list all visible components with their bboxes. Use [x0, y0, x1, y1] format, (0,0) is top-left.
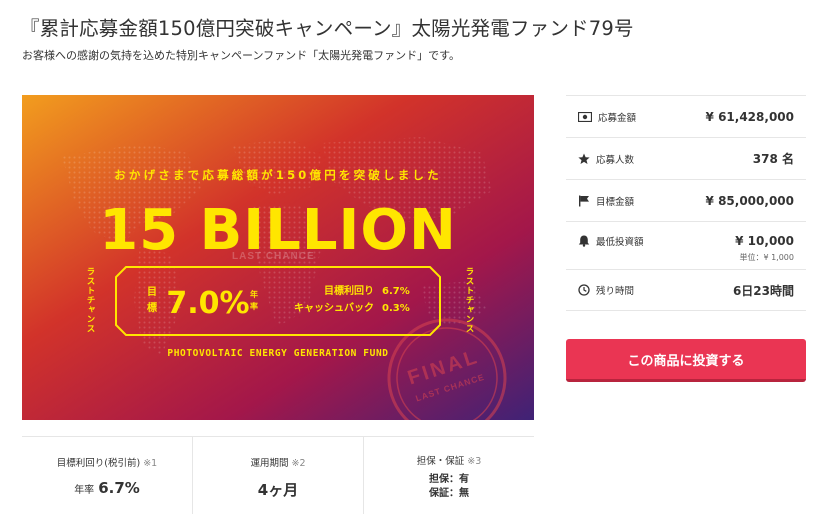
applicants-label: 応募人数 [596, 154, 635, 166]
flag-icon [579, 195, 589, 206]
right-last-chance-text: ラストチャンス [464, 267, 474, 334]
applicants-value: 378 名 [752, 152, 794, 166]
banner-tagline: おかげさまで応募総額が150億円を突破しました [114, 168, 442, 182]
yield-value: 6.7% [382, 286, 410, 297]
target-amount-row: 目標金額 ¥ 85,000,000 [566, 179, 806, 221]
stat-period-value: 4ヶ月 [257, 481, 299, 499]
invest-button[interactable]: この商品に投資する [566, 339, 806, 382]
star-icon [578, 153, 590, 164]
target-rate: 7.0% [166, 286, 249, 321]
per-year-label-2: 率 [250, 301, 258, 311]
stat-yield: 目標利回り(税引前) ※1 年率 6.7% [22, 437, 193, 514]
applied-amount-label: 応募金額 [598, 112, 637, 124]
applied-amount-row: 応募金額 ¥ 61,428,000 [566, 95, 806, 137]
remaining-time-value: 6日23時間 [732, 283, 794, 298]
target-label-2: 標 [147, 301, 157, 314]
page-title: 『累計応募金額150億円突破キャンペーン』太陽光発電ファンド79号 [20, 17, 634, 40]
page-subtitle: お客様への感謝の気持を込めた特別キャンペーンファンド「太陽光発電ファンド」です。 [22, 49, 461, 62]
campaign-banner-graphic: FINAL LAST CHANCE LAST CHANCE おかげさまで応募総額… [22, 95, 534, 420]
banner-headline: 15 BILLION [99, 198, 457, 263]
target-amount-value: ¥ 85,000,000 [705, 193, 794, 208]
stat-guarantee: 担保・保証 ※3 担保：有 保証：無 [364, 437, 534, 514]
remaining-time-row: 残り時間 6日23時間 [566, 269, 806, 311]
min-investment-value: ¥ 10,000 [735, 234, 794, 248]
target-amount-label: 目標金額 [596, 196, 635, 208]
stat-period-label: 運用期間 [250, 458, 289, 469]
bell-icon [578, 235, 590, 247]
stat-period: 運用期間 ※2 4ヶ月 [193, 437, 364, 514]
applicants-row: 応募人数 378 名 [566, 137, 806, 179]
fund-info-panel: 応募金額 ¥ 61,428,000 応募人数 378 名 目標金額 ¥ 85,0… [566, 95, 806, 311]
stat-collateral: 担保：有 [429, 474, 469, 485]
yield-label: 目標利回り [324, 284, 374, 297]
left-last-chance-text: ラストチャンス [85, 267, 95, 334]
stat-guarantee-note[interactable]: ※3 [467, 456, 481, 467]
campaign-banner: FINAL LAST CHANCE LAST CHANCE おかげさまで応募総額… [22, 95, 534, 420]
remaining-time-label: 残り時間 [596, 286, 635, 297]
stat-yield-value: 6.7% [98, 479, 140, 497]
applied-amount-value: ¥ 61,428,000 [705, 109, 794, 124]
min-investment-unit: 単位：¥ 1,000 [739, 253, 794, 262]
cashback-label: キャッシュバック [294, 302, 374, 314]
stat-yield-note[interactable]: ※1 [143, 458, 157, 469]
min-investment-label: 最低投資額 [596, 237, 644, 248]
stat-guarantee-value: 保証：無 [429, 488, 469, 499]
clock-icon [578, 284, 590, 296]
stat-yield-label: 目標利回り(税引前) [56, 458, 141, 469]
money-icon [578, 111, 592, 122]
stat-period-note[interactable]: ※2 [292, 458, 306, 469]
stat-guarantee-label: 担保・保証 [416, 456, 465, 467]
cashback-value: 0.3% [382, 303, 410, 314]
stat-yield-prefix: 年率 [74, 485, 95, 496]
per-year-label-1: 年 [250, 289, 258, 299]
fund-name: PHOTOVOLTAIC ENERGY GENERATION FUND [167, 348, 388, 359]
min-investment-row: 最低投資額 ¥ 10,000 単位：¥ 1,000 [566, 221, 806, 269]
target-label-1: 目 [147, 286, 157, 298]
fund-stats: 目標利回り(税引前) ※1 年率 6.7% 運用期間 ※2 4ヶ月 担保・保証 ※3 担… [22, 436, 534, 514]
